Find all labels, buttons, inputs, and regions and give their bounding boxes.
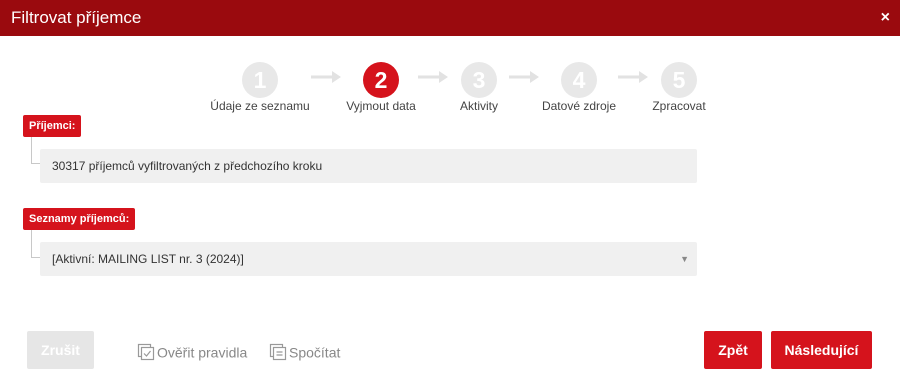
step-label: Zpracovat <box>652 99 706 113</box>
step-number: 5 <box>661 62 697 98</box>
tree-connector <box>31 230 40 258</box>
document-check-icon <box>137 344 155 361</box>
verify-rules-label: Ověřit pravidla <box>157 344 248 361</box>
recipient-lists-select[interactable]: [Aktivní: MAILING LIST nr. 3 (2024)] ▼ <box>40 242 697 276</box>
step-number: 2 <box>363 62 399 98</box>
document-calculate-icon <box>269 344 287 361</box>
recipients-count-field: 30317 příjemců vyfiltrovaných z předchoz… <box>40 149 697 183</box>
wizard-step-5: 5 Zpracovat <box>619 62 739 113</box>
recipient-lists-tag: Seznamy příjemců: <box>23 208 136 230</box>
close-icon[interactable]: × <box>881 8 890 28</box>
chevron-down-icon: ▼ <box>680 254 689 264</box>
step-number: 1 <box>242 62 278 98</box>
step-number: 4 <box>561 62 597 98</box>
count-label: Spočítat <box>289 344 341 361</box>
step-number: 3 <box>461 62 497 98</box>
recipient-lists-selected-value: [Aktivní: MAILING LIST nr. 3 (2024)] <box>52 252 244 266</box>
step-label: Údaje ze seznamu <box>210 99 310 113</box>
back-button[interactable]: Zpět <box>704 331 762 369</box>
dialog-title: Filtrovat příjemce <box>11 8 142 27</box>
count-link[interactable]: Spočítat <box>269 342 341 361</box>
wizard-step-1: 1 Údaje ze seznamu <box>200 62 320 113</box>
next-button[interactable]: Následující <box>771 331 872 369</box>
dialog-titlebar: Filtrovat příjemce × <box>0 0 900 36</box>
recipients-tag: Příjemci: <box>23 115 82 137</box>
verify-rules-link[interactable]: Ověřit pravidla <box>137 342 248 361</box>
cancel-button[interactable]: Zrušit <box>27 331 94 369</box>
tree-connector <box>31 137 40 164</box>
